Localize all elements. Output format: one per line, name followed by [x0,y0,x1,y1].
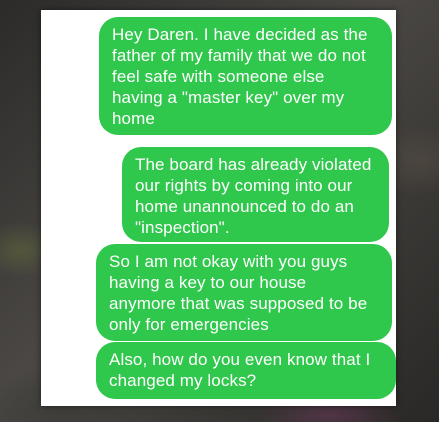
sent-message-bubble[interactable]: So I am not okay with you guys having a … [96,244,392,341]
message-thread[interactable]: Hey Daren. I have decided as the father … [41,10,396,406]
sent-message-bubble[interactable]: The board has already violated our right… [122,147,389,242]
sent-message-bubble[interactable]: Also, how do you even know that I change… [96,342,396,399]
sent-message-bubble[interactable]: Hey Daren. I have decided as the father … [99,17,392,135]
